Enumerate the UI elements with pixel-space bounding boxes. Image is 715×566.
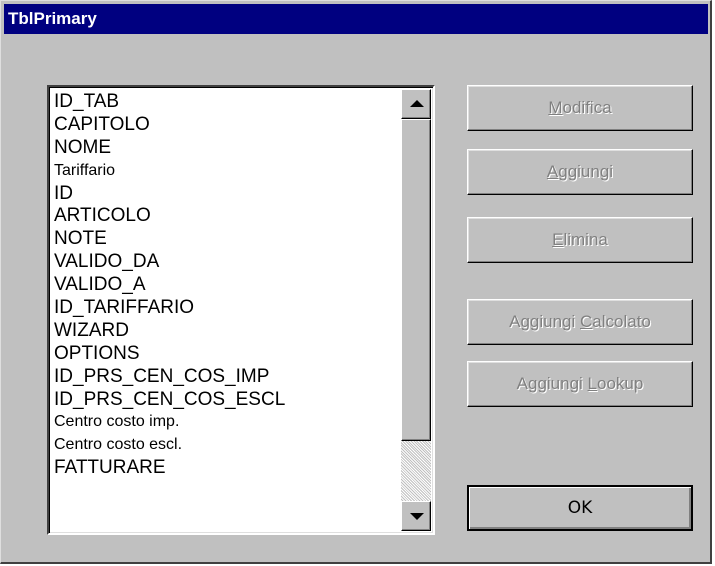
list-scrollbar[interactable] [401, 89, 431, 531]
modifica-label: Modifica [548, 98, 612, 117]
list-item[interactable]: CAPITOLO [54, 114, 396, 137]
arrow-down-icon [410, 513, 424, 520]
list-item[interactable]: ID_TARIFFARIO [54, 297, 396, 320]
list-item[interactable]: Centro costo imp. [54, 411, 396, 434]
list-item[interactable]: NOTE [54, 228, 396, 251]
scrollbar-thumb[interactable] [401, 119, 431, 441]
aggiungi-calcolato-label: Aggiungi Calcolato [509, 312, 651, 331]
list-item[interactable]: ID [54, 183, 396, 206]
aggiungi-label: Aggiungi [546, 162, 614, 181]
title-bar[interactable]: TblPrimary [4, 4, 708, 34]
aggiungi-lookup-button[interactable]: Aggiungi Lookup [467, 361, 693, 407]
list-item[interactable]: ID_PRS_CEN_COS_ESCL [54, 389, 396, 412]
dialog-window: TblPrimary ID_TAB CAPITOLO NOME Tariffar… [0, 0, 712, 564]
list-item[interactable]: WIZARD [54, 320, 396, 343]
aggiungi-lookup-label: Aggiungi Lookup [516, 374, 644, 393]
arrow-up-icon [410, 100, 424, 107]
scroll-up-button[interactable] [401, 89, 431, 119]
list-item[interactable]: OPTIONS [54, 343, 396, 366]
scroll-down-button[interactable] [401, 501, 431, 531]
list-item[interactable]: ID_PRS_CEN_COS_IMP [54, 366, 396, 389]
list-item[interactable]: Centro costo escl. [54, 434, 396, 457]
list-item[interactable]: NOME [54, 137, 396, 160]
elimina-label: Elimina [552, 230, 608, 249]
list-item[interactable]: ID_TAB [54, 91, 396, 114]
list-item[interactable]: ARTICOLO [54, 205, 396, 228]
elimina-button[interactable]: Elimina [467, 217, 693, 263]
ok-label: OK [567, 498, 593, 518]
list-item[interactable]: Tariffario [54, 160, 396, 183]
field-list: ID_TAB CAPITOLO NOME Tariffario ID ARTIC… [54, 91, 396, 480]
window-title: TblPrimary [8, 9, 97, 28]
aggiungi-button[interactable]: Aggiungi [467, 149, 693, 195]
ok-button[interactable]: OK [467, 485, 693, 531]
list-item[interactable]: FATTURARE [54, 457, 396, 480]
list-item[interactable]: VALIDO_DA [54, 251, 396, 274]
field-listbox[interactable]: ID_TAB CAPITOLO NOME Tariffario ID ARTIC… [47, 85, 435, 535]
list-item[interactable]: VALIDO_A [54, 274, 396, 297]
modifica-button[interactable]: Modifica [467, 85, 693, 131]
aggiungi-calcolato-button[interactable]: Aggiungi Calcolato [467, 299, 693, 345]
